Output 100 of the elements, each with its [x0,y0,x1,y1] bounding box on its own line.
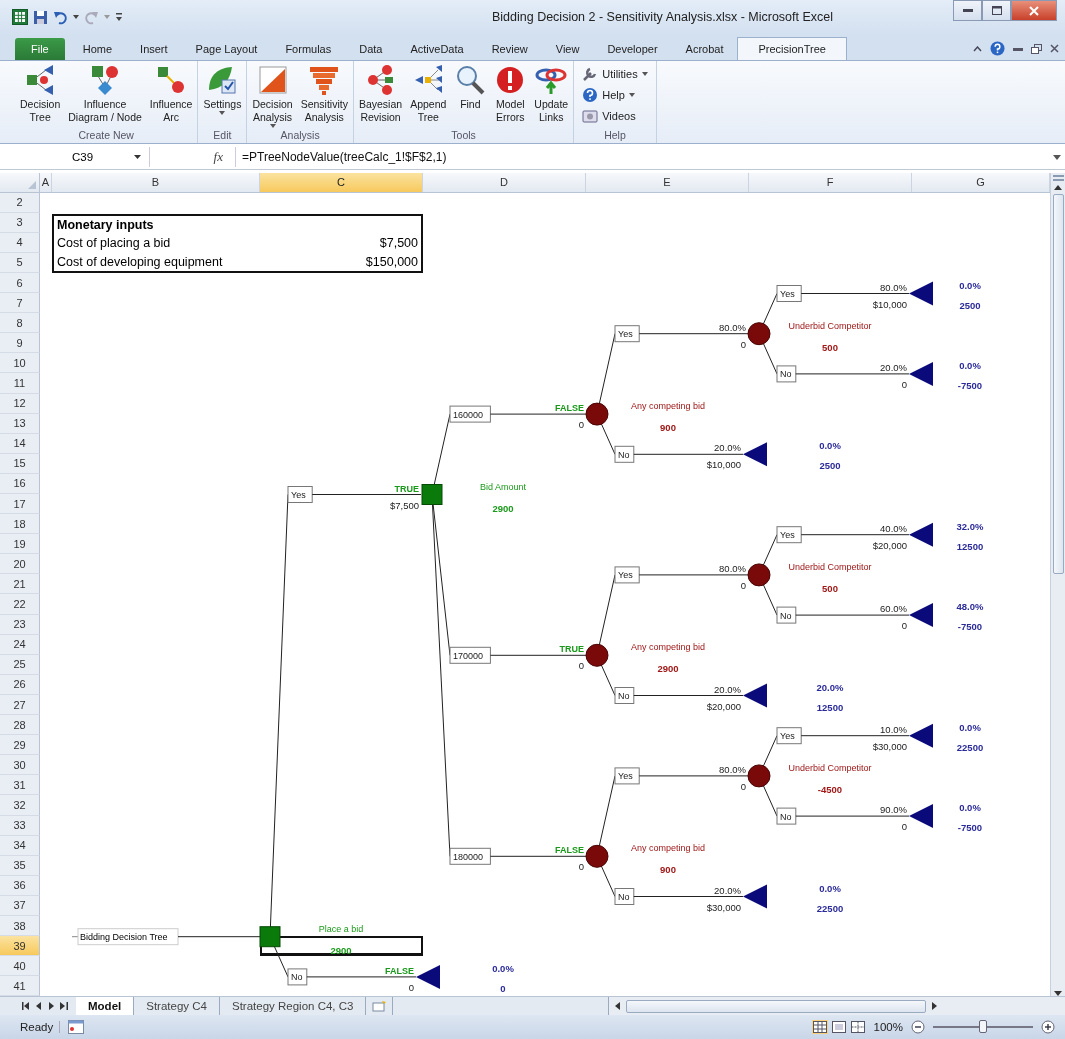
next-sheet-icon[interactable] [48,1002,54,1011]
zoom-in-icon[interactable] [1041,1020,1055,1035]
row-header[interactable]: 32 [0,795,40,816]
row-header[interactable]: 35 [0,855,40,876]
row-header[interactable]: 19 [0,534,40,555]
page-break-view-icon[interactable] [849,1020,866,1035]
restore-icon[interactable] [1031,43,1042,54]
row-header[interactable]: 25 [0,654,40,675]
split-handle-icon[interactable] [1052,174,1064,181]
ribbon-button[interactable]: Influence Diagram / Node [65,62,145,129]
zoom-out-icon[interactable] [911,1020,925,1035]
ribbon-tab[interactable]: Developer [593,37,672,60]
row-header[interactable]: 8 [0,313,40,334]
minimize-button[interactable] [953,0,982,21]
row-header[interactable]: 6 [0,273,40,294]
ribbon-button[interactable]: Settings [200,62,245,129]
scroll-left-icon[interactable] [615,1002,621,1011]
macro-record-icon[interactable] [68,1020,85,1035]
row-header[interactable]: 13 [0,413,40,434]
column-header[interactable]: D [423,172,586,192]
row-header[interactable]: 41 [0,976,40,997]
row-header[interactable]: 29 [0,735,40,756]
row-header[interactable]: 31 [0,775,40,796]
save-icon[interactable] [33,9,48,25]
row-header[interactable]: 24 [0,634,40,655]
ribbon-tab[interactable]: Review [477,37,542,60]
row-header[interactable]: 11 [0,373,40,394]
customize-toolbar-icon[interactable] [115,12,123,23]
function-button[interactable]: fx [150,149,235,166]
formula-field[interactable]: =PTreeNodeValue(treeCalc_1!$F$2,1) [235,147,1049,168]
row-header[interactable]: 2 [0,192,40,213]
row-header[interactable]: 40 [0,956,40,977]
row-header[interactable]: 4 [0,232,40,253]
row-header[interactable]: 27 [0,694,40,716]
scroll-thumb[interactable] [1052,193,1064,574]
ribbon-button[interactable]: Find [451,62,490,129]
last-sheet-icon[interactable] [60,1002,68,1011]
close-icon[interactable] [1050,44,1059,53]
expand-icon[interactable] [1053,154,1061,160]
ribbon-button[interactable]: Decision Analysis [249,62,296,129]
ribbon-button[interactable]: Sensitivity Analysis [297,62,351,129]
ribbon-button[interactable]: Model Errors [491,62,530,129]
row-header[interactable]: 33 [0,815,40,836]
horizontal-scrollbar[interactable] [608,997,1065,1016]
row-header[interactable]: 23 [0,614,40,635]
row-header[interactable]: 30 [0,755,40,776]
ribbon-tab[interactable]: PrecisionTree [737,36,847,60]
column-header[interactable]: E [586,172,749,192]
name-box[interactable]: C39 [0,147,150,168]
ribbon-tab[interactable]: View [541,37,594,60]
ribbon-tab[interactable]: ActiveData [396,37,478,60]
row-header[interactable]: 22 [0,594,40,615]
row-header[interactable]: 7 [0,293,40,314]
help-icon[interactable] [990,41,1005,56]
ribbon-button[interactable]: Update Links [531,62,572,129]
row-header[interactable]: 36 [0,875,40,896]
row-header[interactable]: 12 [0,393,40,414]
ribbon-tab[interactable]: Page Layout [181,37,272,60]
zoom-level[interactable]: 100% [873,1021,903,1034]
row-header[interactable]: 17 [0,494,40,515]
ribbon-tab[interactable]: Insert [126,37,182,60]
row-header[interactable]: 9 [0,333,40,354]
row-header[interactable]: 34 [0,835,40,856]
row-header[interactable]: 14 [0,433,40,454]
first-sheet-icon[interactable] [22,1002,30,1011]
column-header[interactable]: A [40,172,52,192]
row-header[interactable]: 3 [0,212,40,233]
previous-sheet-icon[interactable] [36,1002,42,1011]
row-header[interactable]: 5 [0,252,40,273]
ribbon-tab[interactable]: Formulas [271,37,346,60]
sheet-tab[interactable]: Model [76,997,135,1016]
column-header[interactable]: F [749,172,912,192]
row-header[interactable]: 26 [0,674,40,695]
close-button[interactable] [1011,0,1057,21]
collapse-ribbon-icon[interactable] [973,45,982,52]
row-header[interactable]: 18 [0,514,40,535]
ribbon-button[interactable]: Bayesian Revision [355,62,406,129]
scroll-up-icon[interactable] [1054,184,1062,190]
caret-icon[interactable] [73,15,79,20]
row-header[interactable]: 10 [0,353,40,374]
scroll-thumb[interactable] [626,999,927,1013]
row-header[interactable]: 16 [0,473,40,494]
row-header[interactable]: 15 [0,453,40,474]
undo-icon[interactable] [53,9,68,25]
ribbon-tab[interactable]: File [15,37,65,60]
column-header[interactable]: C [260,172,423,192]
row-header[interactable]: 39 [0,936,40,957]
row-header[interactable]: 28 [0,715,40,736]
row-header[interactable]: 37 [0,895,40,916]
vertical-scrollbar[interactable] [1050,172,1065,997]
ribbon-button[interactable]: Videos [582,106,648,126]
zoom-thumb[interactable] [979,1020,987,1034]
row-header[interactable]: 21 [0,574,40,595]
ribbon-button[interactable]: Append Tree [407,62,450,129]
ribbon-button[interactable]: Help [582,85,648,105]
ribbon-tab[interactable]: Data [345,37,397,60]
ribbon-button[interactable]: Utilities [582,64,648,84]
row-header[interactable]: 38 [0,916,40,937]
scroll-right-icon[interactable] [932,1002,938,1011]
ribbon-tab[interactable]: Home [68,37,127,60]
